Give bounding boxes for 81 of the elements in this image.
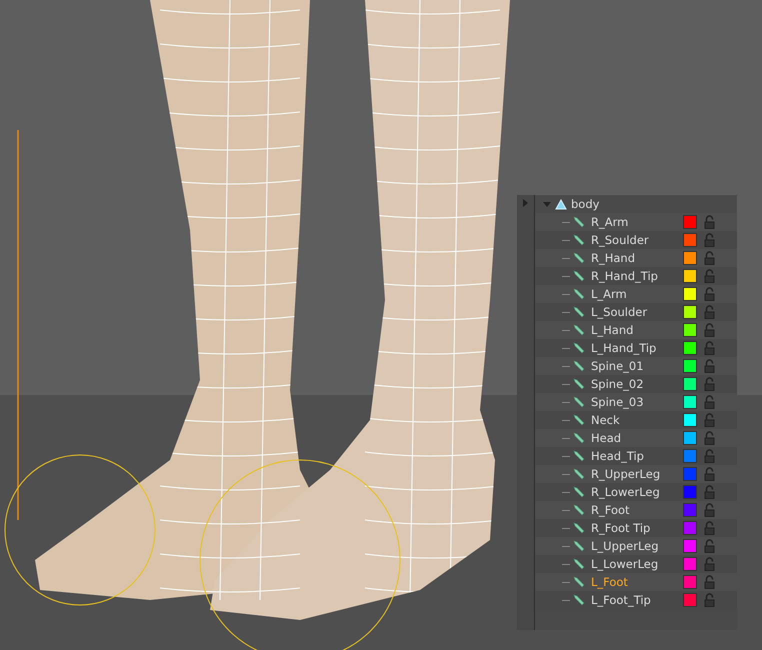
collapse-caret-icon[interactable] bbox=[543, 202, 551, 206]
tree-item-label[interactable]: L_Hand_Tip bbox=[591, 341, 679, 355]
padlock-icon[interactable] bbox=[704, 251, 715, 265]
bone-icon bbox=[573, 558, 585, 570]
padlock-icon[interactable] bbox=[704, 485, 715, 499]
padlock-icon[interactable] bbox=[704, 377, 715, 391]
color-swatch[interactable] bbox=[683, 431, 697, 445]
color-swatch[interactable] bbox=[683, 215, 697, 229]
padlock-icon[interactable] bbox=[704, 395, 715, 409]
joint-triangle-icon bbox=[555, 198, 567, 210]
padlock-icon[interactable] bbox=[704, 593, 715, 607]
bone-icon bbox=[573, 450, 585, 462]
color-swatch[interactable] bbox=[683, 449, 697, 463]
bone-icon bbox=[573, 432, 585, 444]
color-swatch[interactable] bbox=[683, 467, 697, 481]
color-swatch[interactable] bbox=[683, 413, 697, 427]
padlock-icon[interactable] bbox=[704, 413, 715, 427]
color-swatch[interactable] bbox=[683, 503, 697, 517]
bone-icon bbox=[573, 270, 585, 282]
color-swatch[interactable] bbox=[683, 485, 697, 499]
bone-icon bbox=[573, 378, 585, 390]
tree-item-label[interactable]: L_Soulder bbox=[591, 305, 679, 319]
padlock-icon[interactable] bbox=[704, 557, 715, 571]
bone-icon bbox=[573, 234, 585, 246]
tree-item-label[interactable]: R_Foot Tip bbox=[591, 521, 679, 535]
bone-icon bbox=[573, 522, 585, 534]
tree-item-label[interactable]: Neck bbox=[591, 413, 679, 427]
bone-icon bbox=[573, 594, 585, 606]
color-swatch[interactable] bbox=[683, 305, 697, 319]
color-swatch[interactable] bbox=[683, 539, 697, 553]
padlock-icon[interactable] bbox=[704, 359, 715, 373]
tree-item-label[interactable]: L_Foot_Tip bbox=[591, 593, 679, 607]
color-swatch[interactable] bbox=[683, 341, 697, 355]
padlock-icon[interactable] bbox=[704, 521, 715, 535]
padlock-icon[interactable] bbox=[704, 287, 715, 301]
tree-item-label[interactable]: Head_Tip bbox=[591, 449, 679, 463]
tree-item-label[interactable]: Spine_02 bbox=[591, 377, 679, 391]
color-swatch[interactable] bbox=[683, 557, 697, 571]
bone-icon bbox=[573, 342, 585, 354]
tree-item-label[interactable]: R_Hand_Tip bbox=[591, 269, 679, 283]
bone-icon bbox=[573, 360, 585, 372]
padlock-icon[interactable] bbox=[704, 503, 715, 517]
color-swatch[interactable] bbox=[683, 593, 697, 607]
color-swatch[interactable] bbox=[683, 575, 697, 589]
tree-item-label[interactable]: body bbox=[571, 197, 600, 211]
padlock-icon[interactable] bbox=[704, 323, 715, 337]
padlock-icon[interactable] bbox=[704, 269, 715, 283]
padlock-icon[interactable] bbox=[704, 467, 715, 481]
padlock-icon[interactable] bbox=[704, 305, 715, 319]
bone-icon bbox=[573, 252, 585, 264]
bone-icon bbox=[573, 486, 585, 498]
color-swatch[interactable] bbox=[683, 377, 697, 391]
color-swatch[interactable] bbox=[683, 251, 697, 265]
padlock-icon[interactable] bbox=[704, 215, 715, 229]
padlock-icon[interactable] bbox=[704, 539, 715, 553]
padlock-icon[interactable] bbox=[704, 575, 715, 589]
padlock-icon[interactable] bbox=[704, 449, 715, 463]
tree-item-label[interactable]: R_LowerLeg bbox=[591, 485, 679, 499]
padlock-icon[interactable] bbox=[704, 341, 715, 355]
bone-icon bbox=[573, 324, 585, 336]
tree-item-label[interactable]: L_LowerLeg bbox=[591, 557, 679, 571]
color-swatch[interactable] bbox=[683, 521, 697, 535]
color-swatch[interactable] bbox=[683, 233, 697, 247]
color-swatch[interactable] bbox=[683, 359, 697, 373]
bone-icon bbox=[573, 396, 585, 408]
color-swatch[interactable] bbox=[683, 395, 697, 409]
color-swatch[interactable] bbox=[683, 323, 697, 337]
bone-icon bbox=[573, 576, 585, 588]
padlock-icon[interactable] bbox=[704, 431, 715, 445]
tree-item-label[interactable]: R_Soulder bbox=[591, 233, 679, 247]
bone-icon bbox=[573, 504, 585, 516]
color-swatch[interactable] bbox=[683, 287, 697, 301]
bone-icon bbox=[573, 216, 585, 228]
bone-icon bbox=[573, 288, 585, 300]
bone-icon bbox=[573, 540, 585, 552]
padlock-icon[interactable] bbox=[704, 233, 715, 247]
bone-icon bbox=[573, 306, 585, 318]
bone-icon bbox=[573, 468, 585, 480]
expand-arrow-icon[interactable] bbox=[523, 199, 528, 207]
bone-icon bbox=[573, 414, 585, 426]
color-swatch[interactable] bbox=[683, 269, 697, 283]
